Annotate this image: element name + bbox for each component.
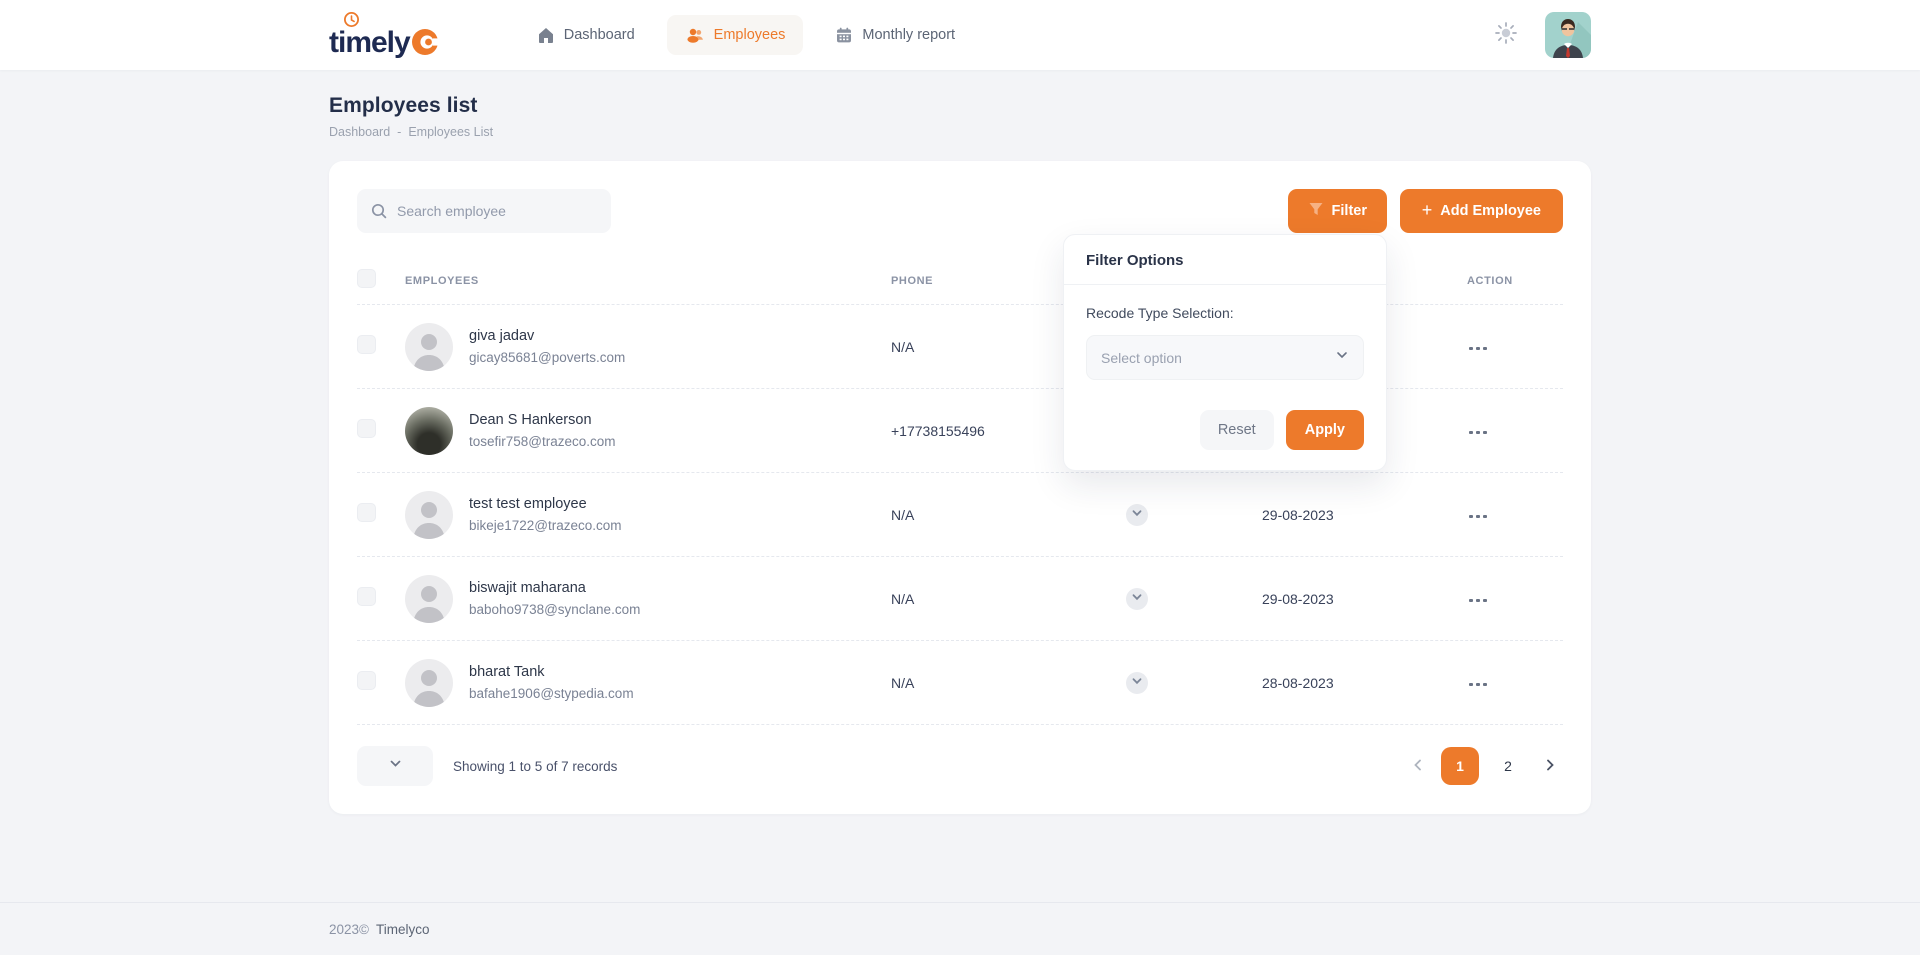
- breadcrumb-employees-list: Employees List: [408, 125, 494, 139]
- nav-item-dashboard[interactable]: Dashboard: [519, 15, 653, 55]
- chevron-down-icon: [1335, 348, 1349, 367]
- apply-button[interactable]: Apply: [1285, 410, 1364, 450]
- row-checkbox[interactable]: [357, 670, 376, 690]
- employees-card: Filter + Add Employee EMPLOYEES PHONE AC…: [329, 161, 1591, 814]
- chevron-down-icon: [1131, 674, 1143, 692]
- chevron-left-icon: [1411, 758, 1425, 775]
- status-chevron-badge[interactable]: [1126, 671, 1148, 694]
- filter-button-label: Filter: [1331, 203, 1367, 219]
- employee-email: bikeje1722@trazeco.com: [469, 518, 622, 533]
- nav-item-employees[interactable]: Employees: [666, 15, 804, 55]
- row-checkbox[interactable]: [357, 334, 376, 354]
- status-chevron-badge[interactable]: [1126, 503, 1148, 526]
- clock-icon: [343, 11, 360, 33]
- chevron-right-icon: [1543, 758, 1557, 775]
- nav-item-label: Employees: [713, 27, 786, 43]
- row-actions-button[interactable]: [1467, 593, 1489, 609]
- column-header-employees: EMPLOYEES: [405, 274, 479, 287]
- filter-icon: [1308, 201, 1324, 221]
- employee-name: bharat Tank: [469, 664, 545, 680]
- main-nav: Dashboard Employees Monthly report: [519, 15, 973, 55]
- employee-email: gicay85681@poverts.com: [469, 350, 626, 365]
- select-all-checkbox[interactable]: [357, 268, 376, 288]
- calendar-icon: [835, 26, 853, 44]
- employee-phone: N/A: [891, 590, 915, 607]
- employee-email: baboho9738@synclane.com: [469, 602, 641, 617]
- employee-name: Dean S Hankerson: [469, 412, 592, 428]
- filter-options-popup: Filter Options Recode Type Selection: Se…: [1063, 234, 1387, 471]
- search-box: [357, 189, 611, 233]
- row-checkbox[interactable]: [357, 586, 376, 606]
- joining-date: 29-08-2023: [1262, 590, 1334, 607]
- row-checkbox[interactable]: [357, 502, 376, 522]
- next-page-button[interactable]: [1537, 752, 1563, 781]
- sun-icon: [1493, 20, 1519, 51]
- rows-per-page-select[interactable]: [357, 746, 433, 786]
- page-button-1[interactable]: 1: [1441, 747, 1479, 785]
- row-checkbox[interactable]: [357, 418, 376, 438]
- avatar: [405, 574, 453, 623]
- copyright-brand: Timelyco: [375, 921, 430, 937]
- recode-type-label: Recode Type Selection:: [1086, 305, 1234, 321]
- avatar: [405, 322, 453, 371]
- main-content: Employees list Dashboard - Employees Lis…: [329, 94, 1591, 814]
- row-actions-button[interactable]: [1467, 425, 1489, 441]
- employee-name: giva jadav: [469, 328, 535, 344]
- employee-email: bafahe1906@stypedia.com: [469, 686, 634, 701]
- row-actions-button[interactable]: [1467, 677, 1489, 693]
- employee-email: tosefir758@trazeco.com: [469, 434, 616, 449]
- reset-button[interactable]: Reset: [1199, 410, 1274, 450]
- nav-item-monthly-report[interactable]: Monthly report: [817, 15, 973, 55]
- plus-icon: +: [1421, 200, 1433, 220]
- brand-logo-mark-icon: [411, 27, 441, 62]
- status-chevron-badge[interactable]: [1126, 587, 1148, 610]
- breadcrumb-separator: -: [397, 125, 402, 139]
- site-footer: 2023© Timelyco: [0, 902, 1920, 955]
- add-employee-label: Add Employee: [1440, 203, 1541, 219]
- previous-page-button[interactable]: [1405, 752, 1431, 781]
- employee-phone: N/A: [891, 674, 915, 691]
- filter-button[interactable]: Filter: [1287, 189, 1387, 233]
- page-button-2[interactable]: 2: [1489, 747, 1527, 785]
- joining-date: 28-08-2023: [1262, 674, 1334, 691]
- filter-popup-title: Filter Options: [1064, 235, 1386, 285]
- chevron-down-icon: [389, 757, 402, 775]
- avatar: [405, 658, 453, 707]
- breadcrumb: Dashboard - Employees List: [329, 125, 1591, 139]
- employee-name: test test employee: [469, 496, 587, 512]
- row-actions-button[interactable]: [1467, 341, 1489, 357]
- nav-item-label: Dashboard: [563, 27, 635, 43]
- table-row: bharat Tank bafahe1906@stypedia.com N/A …: [357, 641, 1563, 725]
- table-row: test test employee bikeje1722@trazeco.co…: [357, 473, 1563, 557]
- home-icon: [537, 26, 555, 44]
- column-header-action: ACTION: [1467, 274, 1513, 287]
- joining-date: 29-08-2023: [1262, 506, 1334, 523]
- brand-logo[interactable]: timely: [329, 11, 441, 59]
- chevron-down-icon: [1131, 590, 1143, 608]
- employee-name: biswajit maharana: [469, 580, 586, 596]
- pagination: 1 2: [1405, 747, 1563, 785]
- avatar: [405, 406, 453, 455]
- search-icon: [370, 202, 388, 225]
- chevron-down-icon: [1131, 506, 1143, 524]
- user-avatar[interactable]: [1545, 12, 1591, 58]
- avatar: [405, 490, 453, 539]
- recode-type-select[interactable]: Select option: [1086, 335, 1364, 380]
- theme-toggle-button[interactable]: [1493, 20, 1519, 51]
- recode-type-select-value: Select option: [1101, 349, 1182, 366]
- breadcrumb-dashboard[interactable]: Dashboard: [329, 125, 390, 139]
- table-row: biswajit maharana baboho9738@synclane.co…: [357, 557, 1563, 641]
- page-title: Employees list: [329, 94, 478, 117]
- records-summary: Showing 1 to 5 of 7 records: [453, 758, 618, 774]
- nav-item-label: Monthly report: [862, 27, 956, 43]
- copyright-year: 2023©: [329, 921, 369, 937]
- top-bar: timely Dashboard Employees Monthly repor…: [0, 0, 1920, 70]
- add-employee-button[interactable]: + Add Employee: [1399, 189, 1563, 233]
- employee-phone: N/A: [891, 506, 915, 523]
- search-input[interactable]: [357, 189, 611, 233]
- row-actions-button[interactable]: [1467, 509, 1489, 525]
- brand-logo-text: timely: [329, 25, 411, 59]
- users-icon: [685, 26, 705, 44]
